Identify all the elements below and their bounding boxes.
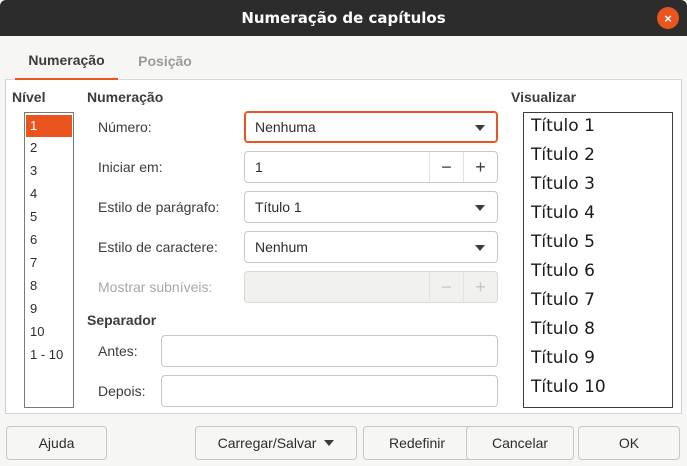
level-item[interactable]: 1 - 10 [26,344,72,366]
level-item[interactable]: 2 [26,137,72,159]
numbering-heading: Numeração [87,89,164,105]
level-item[interactable]: 6 [26,229,72,251]
ok-button-label: OK [618,435,640,451]
before-label: Antes: [98,343,138,359]
start-spinbox[interactable]: 1 − + [244,151,498,183]
cancel-button[interactable]: Cancelar [466,426,574,460]
sublevels-label: Mostrar subníveis: [98,279,213,295]
level-item[interactable]: 8 [26,275,72,297]
increment-button[interactable]: + [463,152,497,182]
chevron-down-icon [475,125,485,131]
sublevels-spinbox: − + [244,271,498,303]
paragraph-style-select[interactable]: Título 1 [244,191,498,223]
preview-line: Título 5 [531,232,595,252]
level-list[interactable]: 1 2 3 4 5 6 7 8 9 10 1 - 10 [24,112,74,408]
level-item[interactable]: 5 [26,206,72,228]
reset-button-label: Redefinir [388,435,446,451]
number-select[interactable]: Nenhuma [244,111,498,143]
char-style-select[interactable]: Nenhum [244,231,498,263]
preview-line: Título 8 [531,319,595,339]
level-item[interactable]: 3 [26,160,72,182]
preview-box: Título 1 Título 2 Título 3 Título 4 Títu… [523,112,673,408]
number-select-value: Nenhuma [255,119,316,135]
load-save-button[interactable]: Carregar/Salvar [195,426,357,460]
decrement-button: − [429,272,463,302]
chevron-down-icon [475,245,485,251]
char-style-label: Estilo de caractere: [98,239,218,255]
after-label: Depois: [98,383,146,399]
reset-button[interactable]: Redefinir [363,426,471,460]
paragraph-style-value: Título 1 [255,199,302,215]
separator-heading: Separador [87,312,157,328]
start-label: Iniciar em: [98,159,163,175]
preview-line: Título 1 [531,116,595,136]
cancel-button-label: Cancelar [491,435,549,451]
ok-button[interactable]: OK [578,426,680,460]
load-save-button-label: Carregar/Salvar [217,435,317,451]
after-field[interactable] [161,375,498,407]
level-item[interactable]: 7 [26,252,72,274]
preview-line: Título 9 [531,348,595,368]
preview-line: Título 3 [531,174,595,194]
preview-heading: Visualizar [511,89,577,105]
preview-line: Título 4 [531,203,595,223]
preview-line: Título 2 [531,145,595,165]
preview-line: Título 6 [531,261,595,281]
chevron-down-icon [475,205,485,211]
increment-button: + [463,272,497,302]
close-icon[interactable]: × [657,7,679,29]
level-item[interactable]: 4 [26,183,72,205]
chevron-down-icon [324,440,335,446]
char-style-value: Nenhum [255,239,308,255]
help-button-label: Ajuda [38,435,75,451]
level-item[interactable]: 1 [26,115,72,137]
level-heading: Nível [12,89,46,105]
start-value[interactable]: 1 [255,159,263,175]
tab-bar: Numeração Posição [5,42,682,80]
number-label: Número: [98,119,152,135]
level-item[interactable]: 9 [26,298,72,320]
tab-position[interactable]: Posição [125,42,205,80]
preview-line: Título 7 [531,290,595,310]
tab-numbering[interactable]: Numeração [15,42,118,80]
help-button[interactable]: Ajuda [6,426,107,460]
level-item[interactable]: 10 [26,321,72,343]
before-field[interactable] [161,335,498,367]
decrement-button[interactable]: − [429,152,463,182]
preview-line: Título 10 [531,377,606,397]
dialog-window: Numeração de capítulos × Numeração Posiç… [0,0,687,466]
dialog-title: Numeração de capítulos [241,9,446,27]
paragraph-style-label: Estilo de parágrafo: [98,199,220,215]
title-bar: Numeração de capítulos × [0,0,687,36]
